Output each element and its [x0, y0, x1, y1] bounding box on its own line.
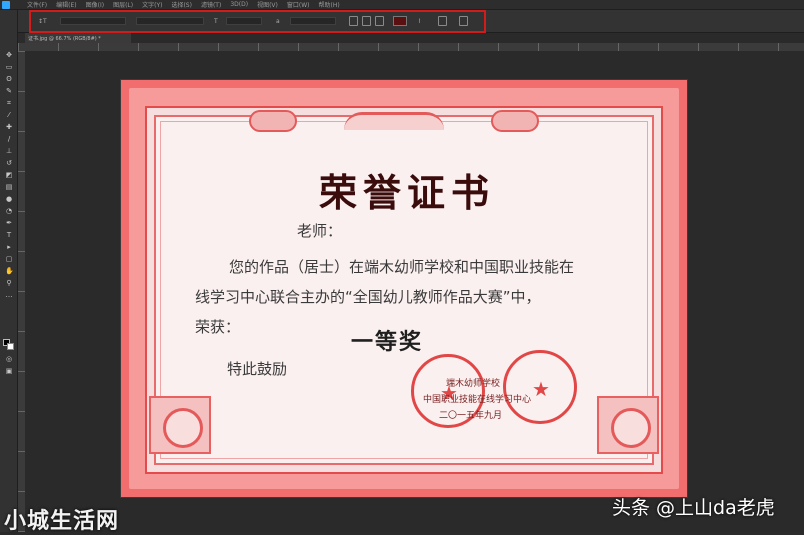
blur-tool-icon[interactable]: ●	[5, 196, 13, 203]
menu-image[interactable]: 图像(I)	[86, 0, 104, 9]
photoshop-logo-icon	[2, 0, 10, 9]
issuer-2: 中国职业技能在线学习中心	[423, 395, 532, 405]
certificate-closing: 特此鼓励	[227, 360, 288, 378]
menu-help[interactable]: 帮助(H)	[319, 0, 340, 9]
brush-tool-icon[interactable]: /	[5, 136, 13, 143]
lasso-tool-icon[interactable]: ʘ	[5, 76, 13, 83]
certificate-body-line-2: 线学习中心联合主办的“全国幼儿教师作品大赛”中，	[195, 288, 541, 306]
ornament-center	[344, 112, 444, 130]
more-tools-icon[interactable]: …	[5, 292, 13, 299]
certificate-title: 荣誉证书	[318, 170, 495, 215]
ornament-right	[491, 110, 539, 132]
horizontal-ruler[interactable]	[18, 43, 804, 51]
zoom-tool-icon[interactable]: ⚲	[5, 280, 13, 287]
path-selection-tool-icon[interactable]: ▸	[5, 244, 13, 251]
eraser-tool-icon[interactable]: ◩	[5, 172, 13, 179]
dodge-tool-icon[interactable]: ◔	[5, 208, 13, 215]
menu-select[interactable]: 选择(S)	[171, 0, 192, 9]
background-color-swatch[interactable]	[7, 343, 14, 350]
marquee-tool-icon[interactable]: ▭	[5, 64, 13, 71]
menu-edit[interactable]: 编辑(E)	[56, 0, 76, 9]
ornament-left	[249, 110, 297, 132]
document-tab-label: 证书.jpg @ 66.7% (RGB/8#) *	[28, 35, 101, 42]
quick-mask-icon[interactable]: ◎	[5, 356, 13, 363]
pen-tool-icon[interactable]: ✒	[5, 220, 13, 227]
menu-file[interactable]: 文件(F)	[27, 0, 47, 9]
screen-mode-icon[interactable]: ▣	[5, 368, 13, 375]
seal-stamp-right: ★	[503, 350, 577, 424]
type-tool-icon[interactable]: T	[5, 232, 13, 239]
options-bar-highlight	[29, 10, 486, 33]
eyedropper-tool-icon[interactable]: ⁄	[5, 112, 13, 119]
issue-date: 二〇一五年九月	[439, 411, 503, 421]
tools-panel: ✥ ▭ ʘ ✎ ⌗ ⁄ ✚ / ⊥ ↺ ◩ ▤ ● ◔ ✒ T ▸ ▢ ✋ ⚲ …	[0, 10, 18, 532]
hand-tool-icon[interactable]: ✋	[5, 268, 14, 275]
photoshop-window: 文件(F) 编辑(E) 图像(I) 图层(L) 文字(Y) 选择(S) 滤镜(T…	[0, 0, 804, 534]
seal-star-icon: ★	[532, 377, 550, 401]
certificate-salutation: 老师：	[297, 222, 343, 240]
healing-brush-tool-icon[interactable]: ✚	[5, 124, 13, 131]
clone-stamp-tool-icon[interactable]: ⊥	[5, 148, 13, 155]
menu-bar: 文件(F) 编辑(E) 图像(I) 图层(L) 文字(Y) 选择(S) 滤镜(T…	[0, 0, 804, 10]
menu-view[interactable]: 视图(V)	[257, 0, 278, 9]
crop-tool-icon[interactable]: ⌗	[5, 100, 13, 107]
certificate-award: 一等奖	[351, 329, 424, 355]
menu-type[interactable]: 文字(Y)	[142, 0, 162, 9]
menu-3d[interactable]: 3D(D)	[230, 1, 248, 8]
menu-window[interactable]: 窗口(W)	[287, 0, 310, 9]
move-tool-icon[interactable]: ✥	[5, 52, 13, 59]
corner-ornament-bottom-right	[597, 396, 659, 454]
menu-layer[interactable]: 图层(L)	[113, 0, 133, 9]
menu-filter[interactable]: 滤镜(T)	[201, 0, 221, 9]
quick-select-tool-icon[interactable]: ✎	[5, 88, 13, 95]
document-tab-bar: 证书.jpg @ 66.7% (RGB/8#) *	[25, 33, 804, 43]
watermark-right: 头条 @上山da老虎	[612, 497, 775, 519]
watermark-left: 小城生活网	[4, 509, 120, 534]
history-brush-tool-icon[interactable]: ↺	[5, 160, 13, 167]
options-bar: T ↕T T a ⌇	[0, 10, 804, 33]
shape-tool-icon[interactable]: ▢	[5, 256, 13, 263]
top-ornament	[249, 108, 539, 134]
document-tab[interactable]: 证书.jpg @ 66.7% (RGB/8#) *	[25, 33, 131, 43]
gradient-tool-icon[interactable]: ▤	[5, 184, 13, 191]
vertical-ruler[interactable]	[18, 51, 25, 532]
certificate-image[interactable]: 荣誉证书 老师： 您的作品（居士）在端木幼师学校和中国职业技能在 线学习中心联合…	[121, 80, 687, 497]
issuer-1: 端木幼师学校	[446, 379, 501, 389]
certificate-body-line-1: 您的作品（居士）在端木幼师学校和中国职业技能在	[229, 258, 575, 276]
certificate-body-line-3: 荣获：	[195, 318, 241, 336]
corner-ornament-bottom-left	[149, 396, 211, 454]
